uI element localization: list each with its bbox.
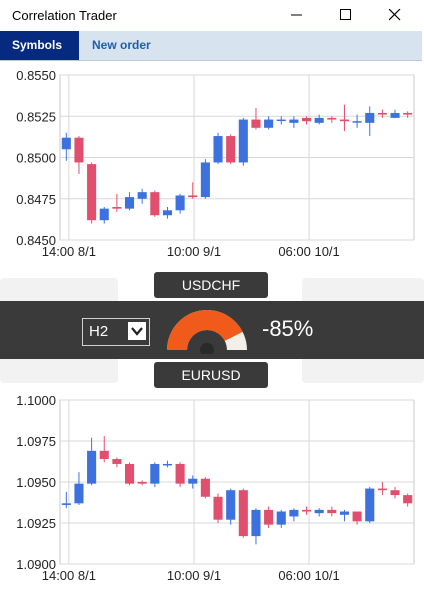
bull-candle bbox=[200, 162, 210, 198]
x-tick-label: 10:00 9/1 bbox=[167, 568, 221, 583]
bull-candle bbox=[87, 450, 97, 484]
x-tick-label: 06:00 10/1 bbox=[278, 244, 339, 259]
symbol-bottom-label[interactable]: EURUSD bbox=[154, 362, 268, 388]
y-tick-label: 1.1000 bbox=[16, 393, 56, 408]
bull-candle bbox=[124, 197, 135, 209]
bull-candle bbox=[390, 112, 400, 118]
y-tick-label: 1.0925 bbox=[16, 516, 56, 531]
bear-candle bbox=[150, 192, 160, 216]
timeframe-value: H2 bbox=[89, 323, 109, 340]
bull-candle bbox=[352, 121, 362, 123]
y-tick-label: 0.8475 bbox=[16, 192, 56, 207]
window-title: Correlation Trader bbox=[12, 8, 117, 23]
bear-candle bbox=[251, 119, 261, 128]
bull-candle bbox=[137, 192, 147, 199]
bear-candle bbox=[327, 509, 337, 514]
eurusd-chart[interactable]: 1.10001.09751.09501.09251.090014:00 8/1 1… bbox=[0, 388, 424, 600]
bull-candle bbox=[276, 511, 286, 525]
bear-candle bbox=[112, 207, 122, 209]
bull-candle bbox=[264, 119, 274, 128]
bear-candle bbox=[339, 119, 350, 122]
bull-candle bbox=[74, 483, 84, 504]
bull-candle bbox=[365, 488, 375, 522]
tab-new-order[interactable]: New order bbox=[80, 31, 163, 60]
x-tick-label: 14:00 8/1 bbox=[42, 244, 96, 259]
minimize-button[interactable] bbox=[274, 0, 320, 30]
y-tick-label: 1.0950 bbox=[16, 475, 56, 490]
bear-candle bbox=[124, 463, 135, 484]
correlation-gauge bbox=[167, 310, 247, 354]
bull-candle bbox=[226, 490, 236, 520]
maximize-icon bbox=[340, 9, 351, 20]
bear-candle bbox=[238, 490, 248, 537]
maximize-button[interactable] bbox=[323, 0, 369, 30]
bear-candle bbox=[213, 496, 223, 520]
y-tick-label: 0.8500 bbox=[16, 151, 56, 166]
bear-candle bbox=[188, 195, 198, 198]
y-tick-label: 0.8525 bbox=[16, 109, 56, 124]
bull-candle bbox=[365, 112, 375, 123]
bull-candle bbox=[314, 117, 324, 123]
bull-candle bbox=[289, 509, 299, 517]
bear-candle bbox=[137, 482, 147, 484]
bear-candle bbox=[301, 509, 312, 512]
bull-candle bbox=[314, 509, 324, 514]
bear-candle bbox=[87, 164, 97, 221]
bear-candle bbox=[99, 450, 109, 460]
y-tick-label: 0.8550 bbox=[16, 68, 56, 83]
bull-candle bbox=[289, 119, 299, 123]
chevron-down-icon bbox=[128, 322, 146, 340]
bear-candle bbox=[327, 117, 337, 120]
bear-candle bbox=[403, 495, 413, 504]
x-tick-label: 14:00 8/1 bbox=[42, 568, 96, 583]
x-tick-label: 06:00 10/1 bbox=[278, 568, 339, 583]
bull-candle bbox=[175, 195, 185, 211]
bull-candle bbox=[251, 509, 261, 537]
usdchf-chart[interactable]: 0.85500.85250.85000.84750.845014:00 8/1 1… bbox=[0, 62, 424, 270]
bear-candle bbox=[175, 463, 185, 484]
bull-candle bbox=[61, 503, 71, 505]
bear-candle bbox=[112, 459, 122, 464]
bear-candle bbox=[377, 112, 387, 115]
bear-candle bbox=[377, 488, 387, 491]
title-bar: Correlation Trader bbox=[0, 0, 424, 30]
bull-candle bbox=[339, 511, 350, 515]
bear-candle bbox=[74, 137, 84, 163]
bull-candle bbox=[99, 208, 109, 221]
x-tick-label: 10:00 9/1 bbox=[167, 244, 221, 259]
bull-candle bbox=[162, 210, 173, 216]
bear-candle bbox=[301, 117, 312, 122]
bull-candle bbox=[238, 119, 248, 163]
bear-candle bbox=[200, 478, 210, 497]
gauge-hub bbox=[200, 343, 214, 354]
y-tick-label: 1.0975 bbox=[16, 434, 56, 449]
bear-candle bbox=[403, 112, 413, 115]
tab-bar: Symbols New order bbox=[0, 31, 422, 61]
bull-candle bbox=[150, 463, 160, 484]
bull-candle bbox=[276, 119, 286, 122]
correlation-value: -85% bbox=[262, 316, 314, 341]
timeframe-select[interactable]: H2 bbox=[82, 318, 150, 346]
bull-candle bbox=[188, 478, 198, 484]
bull-candle bbox=[61, 137, 71, 150]
symbol-top-label[interactable]: USDCHF bbox=[154, 272, 268, 298]
close-icon bbox=[389, 9, 401, 21]
tab-symbols[interactable]: Symbols bbox=[0, 31, 79, 60]
close-button[interactable] bbox=[372, 0, 418, 30]
minimize-icon bbox=[291, 14, 302, 16]
bear-candle bbox=[226, 136, 236, 163]
bear-candle bbox=[390, 490, 400, 496]
bear-candle bbox=[352, 511, 362, 522]
bull-candle bbox=[162, 463, 173, 466]
bull-candle bbox=[213, 136, 223, 163]
bear-candle bbox=[264, 509, 274, 525]
